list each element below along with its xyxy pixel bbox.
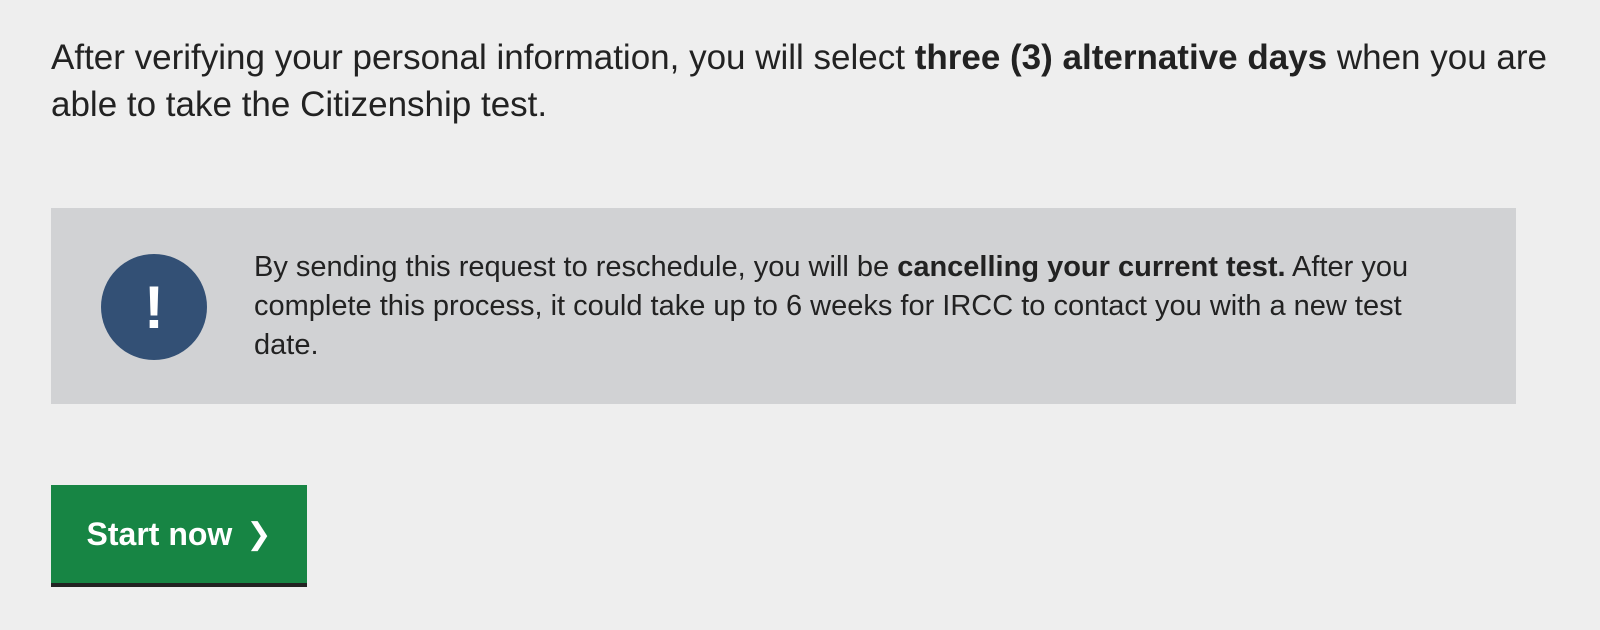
intro-text-start: After verifying your personal informatio… [51,38,915,77]
intro-paragraph: After verifying your personal informatio… [51,34,1551,128]
start-now-label: Start now [86,515,233,552]
exclamation-icon: ! [101,254,207,360]
notice-text-bold: cancelling your current test. [897,251,1286,283]
exclamation-glyph: ! [144,273,164,341]
intro-text-bold: three (3) alternative days [914,38,1328,77]
start-now-button[interactable]: Start now ❯ [51,485,307,587]
notice-text: By sending this request to reschedule, y… [254,248,1474,365]
warning-notice: ! By sending this request to reschedule,… [51,208,1516,404]
chevron-right-icon: ❯ [246,517,272,551]
notice-text-start: By sending this request to reschedule, y… [254,251,898,283]
